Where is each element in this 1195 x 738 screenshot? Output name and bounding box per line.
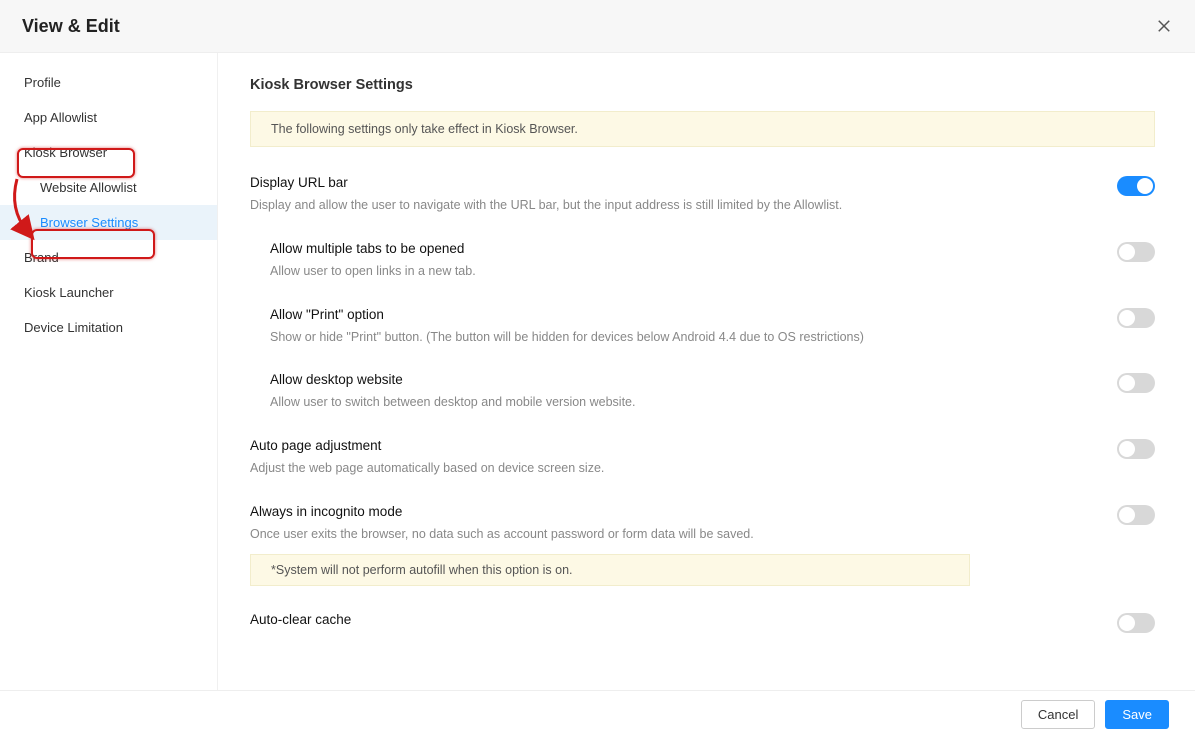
setting-title: Display URL bar bbox=[250, 175, 1087, 190]
setting-desc: Allow user to switch between desktop and… bbox=[270, 393, 1087, 412]
setting-desc: Once user exits the browser, no data suc… bbox=[250, 525, 1087, 544]
page-title: Kiosk Browser Settings bbox=[250, 77, 1155, 93]
dialog-header: View & Edit bbox=[0, 0, 1195, 52]
setting-title: Auto page adjustment bbox=[250, 438, 1087, 453]
setting-auto-clear-cache: Auto-clear cache bbox=[250, 612, 1155, 633]
sidebar-item-device-limitation[interactable]: Device Limitation bbox=[0, 310, 217, 345]
sidebar-item-profile[interactable]: Profile bbox=[0, 65, 217, 100]
toggle-always-incognito[interactable] bbox=[1117, 505, 1155, 525]
setting-desc: Allow user to open links in a new tab. bbox=[270, 262, 1087, 281]
info-notice: The following settings only take effect … bbox=[250, 111, 1155, 147]
setting-desc: Display and allow the user to navigate w… bbox=[250, 196, 1087, 215]
allowlist-link[interactable]: Allowlist bbox=[794, 198, 839, 212]
cancel-button[interactable]: Cancel bbox=[1021, 700, 1095, 729]
toggle-allow-print[interactable] bbox=[1117, 308, 1155, 328]
setting-auto-page-adjustment: Auto page adjustment Adjust the web page… bbox=[250, 438, 1155, 478]
save-button[interactable]: Save bbox=[1105, 700, 1169, 729]
setting-title: Auto-clear cache bbox=[250, 612, 1087, 627]
toggle-auto-clear-cache[interactable] bbox=[1117, 613, 1155, 633]
setting-allow-multiple-tabs: Allow multiple tabs to be opened Allow u… bbox=[250, 241, 1155, 281]
sidebar-item-browser-settings[interactable]: Browser Settings bbox=[0, 205, 217, 240]
setting-title: Allow "Print" option bbox=[270, 307, 1087, 322]
dialog-title: View & Edit bbox=[22, 16, 120, 37]
setting-desc: Adjust the web page automatically based … bbox=[250, 459, 1087, 478]
toggle-allow-desktop-website[interactable] bbox=[1117, 373, 1155, 393]
toggle-display-url-bar[interactable] bbox=[1117, 176, 1155, 196]
setting-allow-print: Allow "Print" option Show or hide "Print… bbox=[250, 307, 1155, 347]
sidebar-item-brand[interactable]: Brand bbox=[0, 240, 217, 275]
setting-display-url-bar: Display URL bar Display and allow the us… bbox=[250, 175, 1155, 215]
close-icon[interactable] bbox=[1155, 17, 1173, 35]
sidebar-item-kiosk-browser[interactable]: Kiosk Browser bbox=[0, 135, 217, 170]
setting-always-incognito: Always in incognito mode Once user exits… bbox=[250, 504, 1155, 544]
sidebar-item-website-allowlist[interactable]: Website Allowlist bbox=[0, 170, 217, 205]
incognito-sub-notice: *System will not perform autofill when t… bbox=[250, 554, 970, 586]
sidebar-item-app-allowlist[interactable]: App Allowlist bbox=[0, 100, 217, 135]
setting-title: Always in incognito mode bbox=[250, 504, 1087, 519]
setting-desc: Show or hide "Print" button. (The button… bbox=[270, 328, 1087, 347]
sidebar-item-kiosk-launcher[interactable]: Kiosk Launcher bbox=[0, 275, 217, 310]
setting-title: Allow desktop website bbox=[270, 372, 1087, 387]
dialog-footer: Cancel Save bbox=[0, 690, 1195, 738]
toggle-auto-page-adjustment[interactable] bbox=[1117, 439, 1155, 459]
setting-allow-desktop-website: Allow desktop website Allow user to swit… bbox=[250, 372, 1155, 412]
toggle-allow-multiple-tabs[interactable] bbox=[1117, 242, 1155, 262]
sidebar: Profile App Allowlist Kiosk Browser Webs… bbox=[0, 53, 218, 690]
setting-title: Allow multiple tabs to be opened bbox=[270, 241, 1087, 256]
main-content: Kiosk Browser Settings The following set… bbox=[218, 53, 1195, 690]
